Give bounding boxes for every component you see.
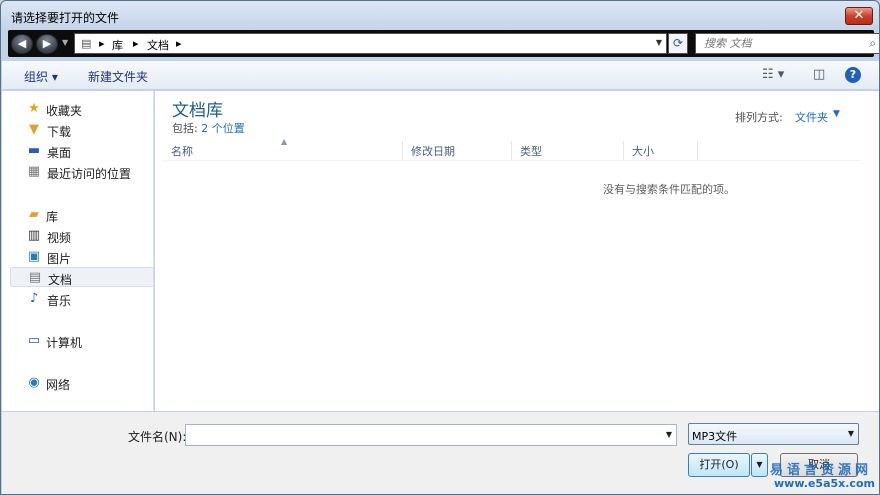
back-button[interactable]: ◀ — [11, 34, 33, 54]
close-button[interactable]: ✕ — [845, 7, 873, 25]
download-folder-icon: ▼ — [29, 122, 39, 137]
library-icon: ▰ — [29, 207, 39, 222]
search-box[interactable]: ⌕ — [695, 33, 879, 54]
column-header-modified[interactable]: 修改日期 — [403, 141, 512, 161]
preview-pane-icon[interactable]: ◫ — [813, 67, 825, 82]
sidebar-item-documents[interactable]: ▤ 文档 — [10, 267, 154, 287]
sidebar-item-videos[interactable]: ▥ 视频 — [10, 226, 154, 246]
file-open-dialog: 请选择要打开的文件 ✕ ◀ ▶ ▼ ▤ ▸ 库 ▸ 文档 ▸ ▼ ⟳ ⌕ 组织 … — [0, 0, 880, 495]
pictures-icon: ▣ — [27, 249, 41, 264]
organize-button[interactable]: 组织 ▾ — [24, 68, 58, 85]
breadcrumb-documents[interactable]: 文档 — [147, 37, 169, 53]
music-icon: ♪ — [29, 291, 39, 306]
crumb-separator-icon[interactable]: ▸ — [133, 37, 139, 50]
open-options-dropdown[interactable]: ▼ — [751, 453, 768, 477]
desktop-icon: ▬ — [27, 143, 41, 158]
navigation-bar: ◀ ▶ ▼ ▤ ▸ 库 ▸ 文档 ▸ ▼ ⟳ ⌕ — [8, 30, 879, 57]
sidebar-item-downloads[interactable]: ▼ 下载 — [10, 120, 154, 140]
navigation-pane: ★ 收藏夹 ▼ 下载 ▬ 桌面 ▦ 最近访问的位置 ▰ 库 ▥ 视频 ▣ 图片 … — [2, 91, 154, 411]
command-toolbar: 组织 ▾ 新建文件夹 ☷ ▾ ◫ ? — [2, 61, 879, 90]
recent-places-icon: ▦ — [27, 164, 41, 179]
network-icon: ◉ — [28, 375, 40, 390]
address-dropdown-icon[interactable]: ▼ — [656, 38, 662, 47]
open-button[interactable]: 打开(O) — [688, 453, 750, 477]
filename-dropdown-icon[interactable]: ▼ — [666, 430, 672, 439]
filename-label: 文件名(N): — [128, 430, 187, 444]
history-dropdown-icon[interactable]: ▼ — [62, 38, 68, 47]
sidebar-item-music[interactable]: ♪ 音乐 — [10, 289, 154, 309]
search-icon[interactable]: ⌕ — [869, 36, 876, 51]
library-title: 文档库 — [172, 101, 223, 121]
sidebar-item-libraries[interactable]: ▰ 库 — [10, 205, 154, 225]
crumb-separator-icon[interactable]: ▸ — [176, 37, 182, 50]
column-headers: ▲ 名称 修改日期 类型 大小 — [163, 137, 860, 161]
empty-results-message: 没有与搜索条件匹配的项。 — [603, 183, 735, 196]
video-icon: ▥ — [27, 228, 41, 243]
folder-icon: ▤ — [81, 37, 92, 50]
arrange-by-dropdown[interactable]: 文件夹 — [795, 109, 828, 125]
star-icon: ★ — [28, 101, 40, 116]
includes-line: 包括: 2 个位置 — [172, 122, 245, 135]
sidebar-item-favorites[interactable]: ★ 收藏夹 — [10, 99, 154, 119]
view-options-icon[interactable]: ☷ ▾ — [762, 67, 784, 82]
dialog-footer: 文件名(N): ▼ MP3文件 ▼ 打开(O) ▼ 取消 易语言资源网 www.… — [2, 412, 879, 494]
file-list-pane: 文档库 包括: 2 个位置 排列方式: 文件夹 ▼ ▲ 名称 修改日期 类型 大… — [155, 91, 879, 411]
chevron-down-icon[interactable]: ▼ — [833, 109, 840, 119]
watermark-text: 易语言资源网 — [770, 463, 873, 478]
new-folder-button[interactable]: 新建文件夹 — [88, 68, 148, 85]
includes-locations-link[interactable]: 2 个位置 — [201, 122, 245, 135]
breadcrumb-library[interactable]: 库 — [112, 37, 123, 53]
column-header-size[interactable]: 大小 — [624, 141, 698, 161]
documents-icon: ▤ — [28, 270, 42, 285]
forward-button[interactable]: ▶ — [36, 34, 58, 54]
filetype-select[interactable]: MP3文件 ▼ — [688, 423, 859, 445]
search-input[interactable] — [696, 34, 846, 53]
sidebar-item-computer[interactable]: ▭ 计算机 — [10, 331, 154, 351]
sidebar-item-pictures[interactable]: ▣ 图片 — [10, 247, 154, 267]
arrange-by-label: 排列方式: — [735, 111, 783, 124]
refresh-button[interactable]: ⟳ — [668, 33, 688, 54]
crumb-separator-icon[interactable]: ▸ — [99, 37, 105, 50]
title-bar: 请选择要打开的文件 ✕ — [1, 1, 879, 31]
column-header-type[interactable]: 类型 — [512, 141, 624, 161]
sidebar-item-recent-places[interactable]: ▦ 最近访问的位置 — [10, 162, 154, 182]
help-icon[interactable]: ? — [845, 67, 861, 83]
watermark-url: www.e5a5x.com — [774, 477, 875, 490]
filename-input[interactable] — [186, 425, 656, 445]
filename-combobox[interactable]: ▼ — [185, 424, 677, 446]
window-title: 请选择要打开的文件 — [11, 11, 120, 25]
column-header-name[interactable]: 名称 — [163, 141, 403, 161]
address-bar[interactable]: ▤ ▸ 库 ▸ 文档 ▸ ▼ — [74, 33, 667, 54]
computer-icon: ▭ — [27, 333, 41, 348]
chevron-down-icon: ▼ — [847, 429, 854, 438]
sidebar-item-network[interactable]: ◉ 网络 — [10, 373, 154, 393]
sidebar-item-desktop[interactable]: ▬ 桌面 — [10, 141, 154, 161]
